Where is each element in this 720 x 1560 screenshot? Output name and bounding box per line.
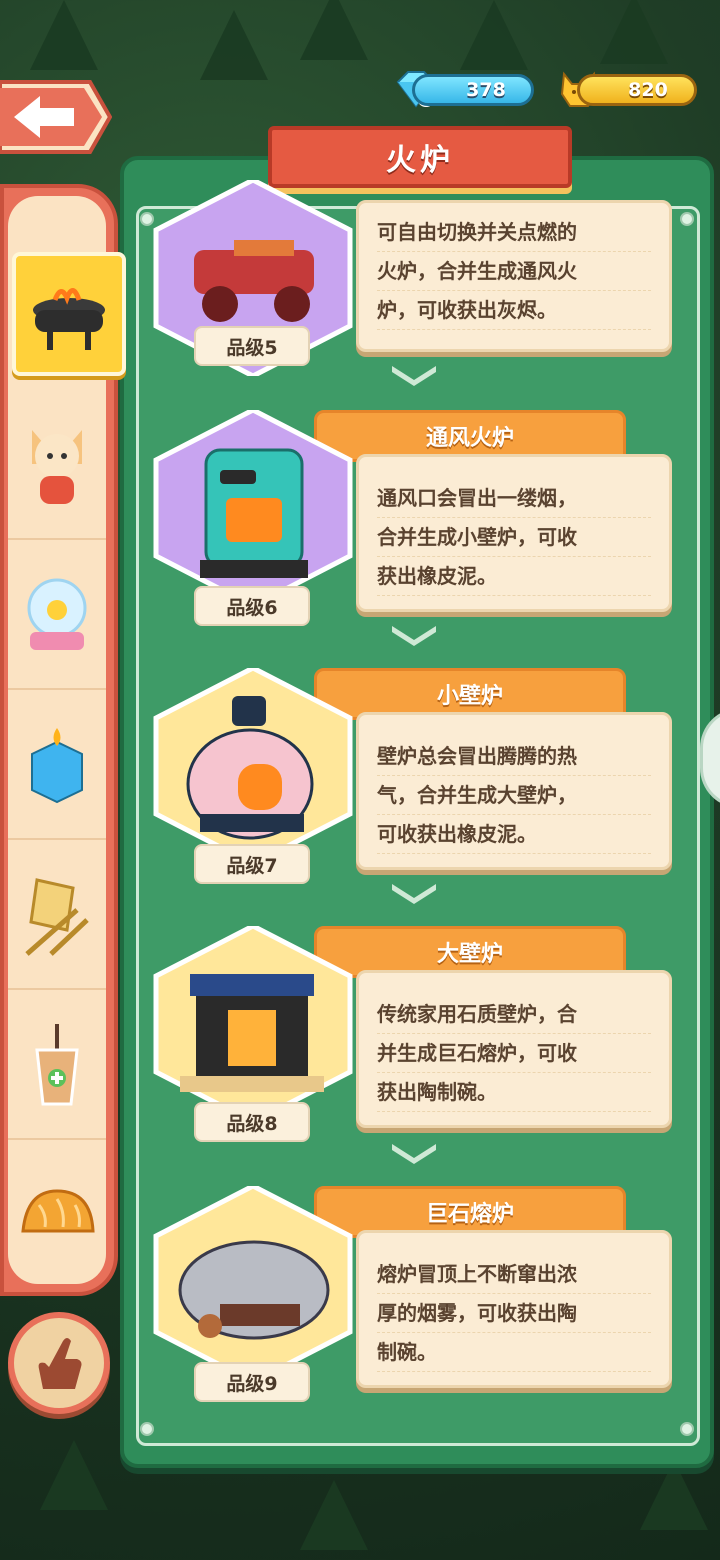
background-tree <box>300 0 368 60</box>
desc-line: 炉，可收获出灰烬。 <box>377 291 651 330</box>
item-level: 品级9 <box>194 1362 310 1402</box>
item-icon-frame <box>153 1186 353 1382</box>
background-tree <box>460 0 528 70</box>
desc-line: 获出陶制碗。 <box>377 1073 651 1112</box>
category-ice-candle[interactable] <box>8 692 106 840</box>
chevron-down-icon <box>392 884 436 904</box>
desc-line: 传统家用石质壁炉，合 <box>377 995 651 1034</box>
desc-line: 制碗。 <box>377 1333 651 1372</box>
chevron-down-icon <box>392 626 436 646</box>
panel-bolt <box>680 212 694 226</box>
item-level: 品级6 <box>194 586 310 626</box>
desc-line: 可自由切换并关点燃的 <box>377 213 651 252</box>
item-level: 品级8 <box>194 1102 310 1142</box>
desc-line: 可收获出橡皮泥。 <box>377 815 651 854</box>
desc-line: 并生成巨石熔炉，可收 <box>377 1034 651 1073</box>
item-row[interactable]: 巨石熔炉 熔炉冒顶上不断窜出浓 厚的烟雾，可收获出陶 制碗。 品级9 <box>150 1186 680 1402</box>
hand-pointer-icon <box>38 1338 82 1389</box>
desc-line: 合并生成小壁炉，可收 <box>377 518 651 557</box>
gem-counter[interactable]: 378 <box>412 74 534 106</box>
background-tree <box>200 10 268 80</box>
large-fireplace-icon <box>180 974 324 1092</box>
desc-line: 壁炉总会冒出腾腾的热 <box>377 737 651 776</box>
background-tree <box>300 1480 368 1550</box>
item-description: 熔炉冒顶上不断窜出浓 厚的烟雾，可收获出陶 制碗。 <box>356 1230 672 1388</box>
category-cat-plush[interactable] <box>8 392 106 540</box>
desc-line: 火炉，合并生成通风火 <box>377 252 651 291</box>
hand-pointer-button[interactable] <box>8 1312 110 1414</box>
bread-icon <box>21 1189 95 1233</box>
desc-line: 熔炉冒顶上不断窜出浓 <box>377 1255 651 1294</box>
folding-chair-icon <box>25 878 89 956</box>
panel-bolt <box>680 1422 694 1436</box>
stone-furnace-icon <box>178 1240 330 1340</box>
item-row[interactable]: 大壁炉 传统家用石质壁炉，合 并生成巨石熔炉，可收 获出陶制碗。 品级8 <box>150 926 680 1142</box>
panel-bolt <box>140 1422 154 1436</box>
category-grill[interactable] <box>12 252 126 376</box>
item-level: 品级7 <box>194 844 310 884</box>
back-button[interactable] <box>0 78 112 156</box>
background-tree <box>30 0 98 70</box>
desc-line: 通风口会冒出一缕烟， <box>377 479 651 518</box>
bubble-tea-icon <box>35 1024 79 1106</box>
item-description: 通风口会冒出一缕烟， 合并生成小壁炉，可收 获出橡皮泥。 <box>356 454 672 612</box>
grill-icon <box>33 288 105 350</box>
chevron-down-icon <box>392 1144 436 1164</box>
cat-plush-icon <box>32 430 82 504</box>
desc-line: 气，合并生成大壁炉， <box>377 776 651 815</box>
item-description: 可自由切换并关点燃的 火炉，合并生成通风火 炉，可收获出灰烬。 <box>356 200 672 352</box>
title-ribbon: 火炉 <box>268 126 572 188</box>
category-snow-globe[interactable] <box>8 542 106 690</box>
page-title: 火炉 <box>386 143 454 178</box>
item-row[interactable]: 通风火炉 通风口会冒出一缕烟， 合并生成小壁炉，可收 获出橡皮泥。 品级6 <box>150 410 680 626</box>
ice-cube-candle-icon <box>31 728 83 804</box>
chevron-down-icon <box>392 366 436 386</box>
desc-line: 厚的烟雾，可收获出陶 <box>377 1294 651 1333</box>
item-row[interactable]: 小壁炉 壁炉总会冒出腾腾的热 气，合并生成大壁炉， 可收获出橡皮泥。 品级7 <box>150 668 680 884</box>
item-level: 品级5 <box>194 326 310 366</box>
item-description: 传统家用石质壁炉，合 并生成巨石熔炉，可收 获出陶制碗。 <box>356 970 672 1128</box>
item-row[interactable]: 可自由切换并关点燃的 火炉，合并生成通风火 炉，可收获出灰烬。 品级5 <box>150 180 680 390</box>
background-tree <box>640 1460 708 1530</box>
item-description: 壁炉总会冒出腾腾的热 气，合并生成大壁炉， 可收获出橡皮泥。 <box>356 712 672 870</box>
category-folding-chair[interactable] <box>8 842 106 990</box>
category-bubble-tea[interactable] <box>8 992 106 1140</box>
item-icon-frame <box>153 926 353 1122</box>
snow-globe-icon <box>27 578 87 650</box>
item-icon-frame <box>153 410 353 606</box>
desc-line: 获出橡皮泥。 <box>377 557 651 596</box>
vent-stove-icon <box>200 448 308 578</box>
background-tree <box>600 0 668 64</box>
item-icon-frame <box>153 668 353 864</box>
background-tree <box>40 1440 108 1510</box>
gold-counter: 820 <box>577 74 697 106</box>
category-bread[interactable] <box>8 1142 106 1290</box>
